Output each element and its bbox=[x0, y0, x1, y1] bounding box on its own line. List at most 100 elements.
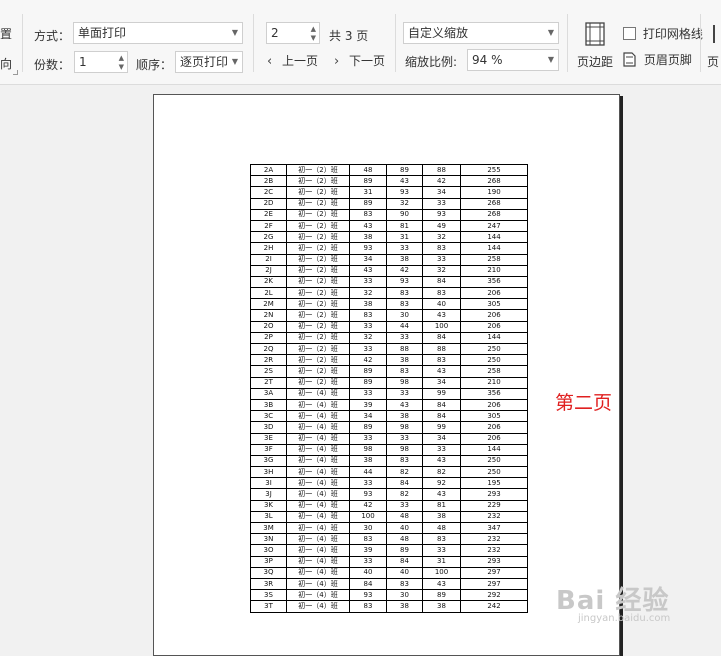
table-row: 2Q 初一（2）班 33 88 88 250 bbox=[250, 342, 528, 356]
table-cell: 93 bbox=[349, 488, 387, 501]
increment-icon[interactable]: ▲ bbox=[119, 54, 124, 62]
next-page-button[interactable]: › 下一页 bbox=[334, 52, 385, 70]
table-cell: 206 bbox=[460, 421, 528, 434]
prev-page-button[interactable]: ‹ 上一页 bbox=[267, 52, 318, 70]
page-total-text: 共 3 页 bbox=[329, 29, 369, 43]
table-cell: 初一（2）班 bbox=[286, 242, 350, 255]
zoom-mode-select[interactable]: 自定义缩放 ▼ bbox=[403, 22, 559, 44]
table-row: 2J 初一（2）班 43 42 32 210 bbox=[250, 264, 528, 277]
print-order-select[interactable]: 逐页打印 ▼ bbox=[175, 51, 243, 73]
table-row: 3M 初一（4）班 30 40 48 347 bbox=[250, 521, 528, 535]
table-cell: 初一（4）班 bbox=[286, 521, 350, 535]
table-cell: 初一（2）班 bbox=[286, 298, 350, 311]
table-cell: 初一（4）班 bbox=[286, 533, 350, 546]
table-cell: 初一（4）班 bbox=[286, 410, 350, 423]
table-cell: 初一（4）班 bbox=[286, 454, 350, 468]
table-cell: 3K bbox=[250, 499, 287, 512]
table-cell: 83 bbox=[422, 242, 461, 255]
table-cell: 81 bbox=[422, 499, 461, 512]
table-cell: 初一（4）班 bbox=[286, 477, 350, 490]
table-cell: 初一（2）班 bbox=[286, 354, 350, 367]
table-row: 2C 初一（2）班 31 93 34 190 bbox=[250, 186, 528, 199]
table-cell: 206 bbox=[460, 398, 528, 412]
zoom-mode-value: 自定义缩放 bbox=[408, 26, 469, 40]
table-cell: 初一（4）班 bbox=[286, 577, 350, 591]
margins-button[interactable]: 页边距 bbox=[575, 22, 615, 72]
table-cell: 305 bbox=[460, 410, 528, 423]
table-cell: 44 bbox=[349, 466, 387, 479]
table-cell: 33 bbox=[422, 197, 461, 210]
table-cell: 2H bbox=[250, 242, 287, 255]
table-cell: 初一（4）班 bbox=[286, 555, 350, 568]
table-cell: 初一（4）班 bbox=[286, 566, 350, 579]
print-gridlines-checkbox[interactable]: 打印网格线 bbox=[623, 25, 703, 42]
table-row: 2O 初一（2）班 33 44 100 206 bbox=[250, 320, 528, 333]
table-cell: 34 bbox=[349, 410, 387, 423]
table-cell: 初一（4）班 bbox=[286, 488, 350, 501]
table-cell: 38 bbox=[349, 231, 387, 244]
table-cell: 99 bbox=[422, 421, 461, 434]
table-cell: 293 bbox=[460, 488, 528, 501]
copies-stepper[interactable]: 1 ▲ ▼ bbox=[74, 51, 128, 73]
table-cell: 33 bbox=[386, 432, 423, 445]
header-footer-button[interactable]: 页眉页脚 bbox=[623, 51, 692, 68]
increment-icon[interactable]: ▲ bbox=[311, 25, 316, 33]
table-cell: 3T bbox=[250, 600, 287, 613]
table-row: 3B 初一（4）班 39 43 84 206 bbox=[250, 398, 528, 412]
table-cell: 98 bbox=[349, 443, 387, 456]
score-table-body: 2A 初一（2）班 48 89 88 255 2B 初一（2）班 89 43 42 268 2C 初一（2… bbox=[250, 163, 528, 613]
table-cell: 3M bbox=[250, 521, 287, 535]
table-cell: 2A bbox=[250, 163, 287, 177]
table-cell: 初一（4）班 bbox=[286, 387, 350, 400]
table-cell: 3S bbox=[250, 589, 287, 602]
group-expand-icon[interactable] bbox=[13, 70, 18, 75]
next-page-label: 下一页 bbox=[349, 54, 386, 68]
zoom-label: 缩放比例: bbox=[405, 55, 458, 69]
partial-icon bbox=[713, 25, 715, 43]
table-cell: 初一（2）班 bbox=[286, 219, 350, 233]
partial-tool-label[interactable]: 页 bbox=[707, 53, 719, 70]
table-cell: 83 bbox=[422, 287, 461, 300]
table-cell: 210 bbox=[460, 376, 528, 389]
table-row: 3C 初一（4）班 34 38 84 305 bbox=[250, 410, 528, 423]
toolbar-divider bbox=[567, 14, 568, 72]
table-cell: 39 bbox=[349, 398, 387, 412]
page-number-value: 2 bbox=[271, 26, 279, 40]
table-row: 2T 初一（2）班 89 98 34 210 bbox=[250, 376, 528, 389]
table-cell: 2R bbox=[250, 354, 287, 367]
margins-label: 页边距 bbox=[576, 55, 613, 69]
table-cell: 98 bbox=[386, 376, 423, 389]
table-cell: 2O bbox=[250, 320, 287, 333]
table-cell: 39 bbox=[349, 544, 387, 557]
table-cell: 32 bbox=[349, 287, 387, 300]
table-cell: 83 bbox=[386, 577, 423, 591]
table-cell: 2B bbox=[250, 175, 287, 188]
table-cell: 2T bbox=[250, 376, 287, 389]
partial-orientation-label[interactable]: 向 bbox=[0, 55, 12, 72]
table-row: 3J 初一（4）班 93 82 43 293 bbox=[250, 488, 528, 501]
toolbar-divider bbox=[253, 14, 254, 72]
table-cell: 206 bbox=[460, 432, 528, 445]
table-cell: 34 bbox=[422, 186, 461, 199]
print-mode-select[interactable]: 单面打印 ▼ bbox=[73, 22, 243, 44]
table-cell: 初一（4）班 bbox=[286, 432, 350, 445]
table-cell: 48 bbox=[349, 163, 387, 177]
table-cell: 33 bbox=[349, 555, 387, 568]
zoom-value-select[interactable]: 94 % ▼ bbox=[467, 49, 559, 71]
decrement-icon[interactable]: ▼ bbox=[119, 63, 124, 71]
table-row: 2D 初一（2）班 89 32 33 268 bbox=[250, 197, 528, 210]
page-number-stepper[interactable]: 2 ▲ ▼ bbox=[266, 22, 320, 44]
table-cell: 99 bbox=[422, 387, 461, 400]
table-cell: 89 bbox=[349, 197, 387, 210]
table-row: 3T 初一（4）班 83 38 38 242 bbox=[250, 600, 528, 613]
table-row: 3I 初一（4）班 33 84 92 195 bbox=[250, 477, 528, 490]
table-cell: 195 bbox=[460, 477, 528, 490]
table-cell: 初一（4）班 bbox=[286, 544, 350, 557]
table-cell: 292 bbox=[460, 589, 528, 602]
table-cell: 38 bbox=[422, 600, 461, 613]
partial-setting-label[interactable]: 置 bbox=[0, 25, 12, 42]
table-cell: 82 bbox=[386, 488, 423, 501]
decrement-icon[interactable]: ▼ bbox=[311, 34, 316, 42]
zoom-value: 94 % bbox=[472, 53, 503, 67]
table-cell: 89 bbox=[386, 544, 423, 557]
